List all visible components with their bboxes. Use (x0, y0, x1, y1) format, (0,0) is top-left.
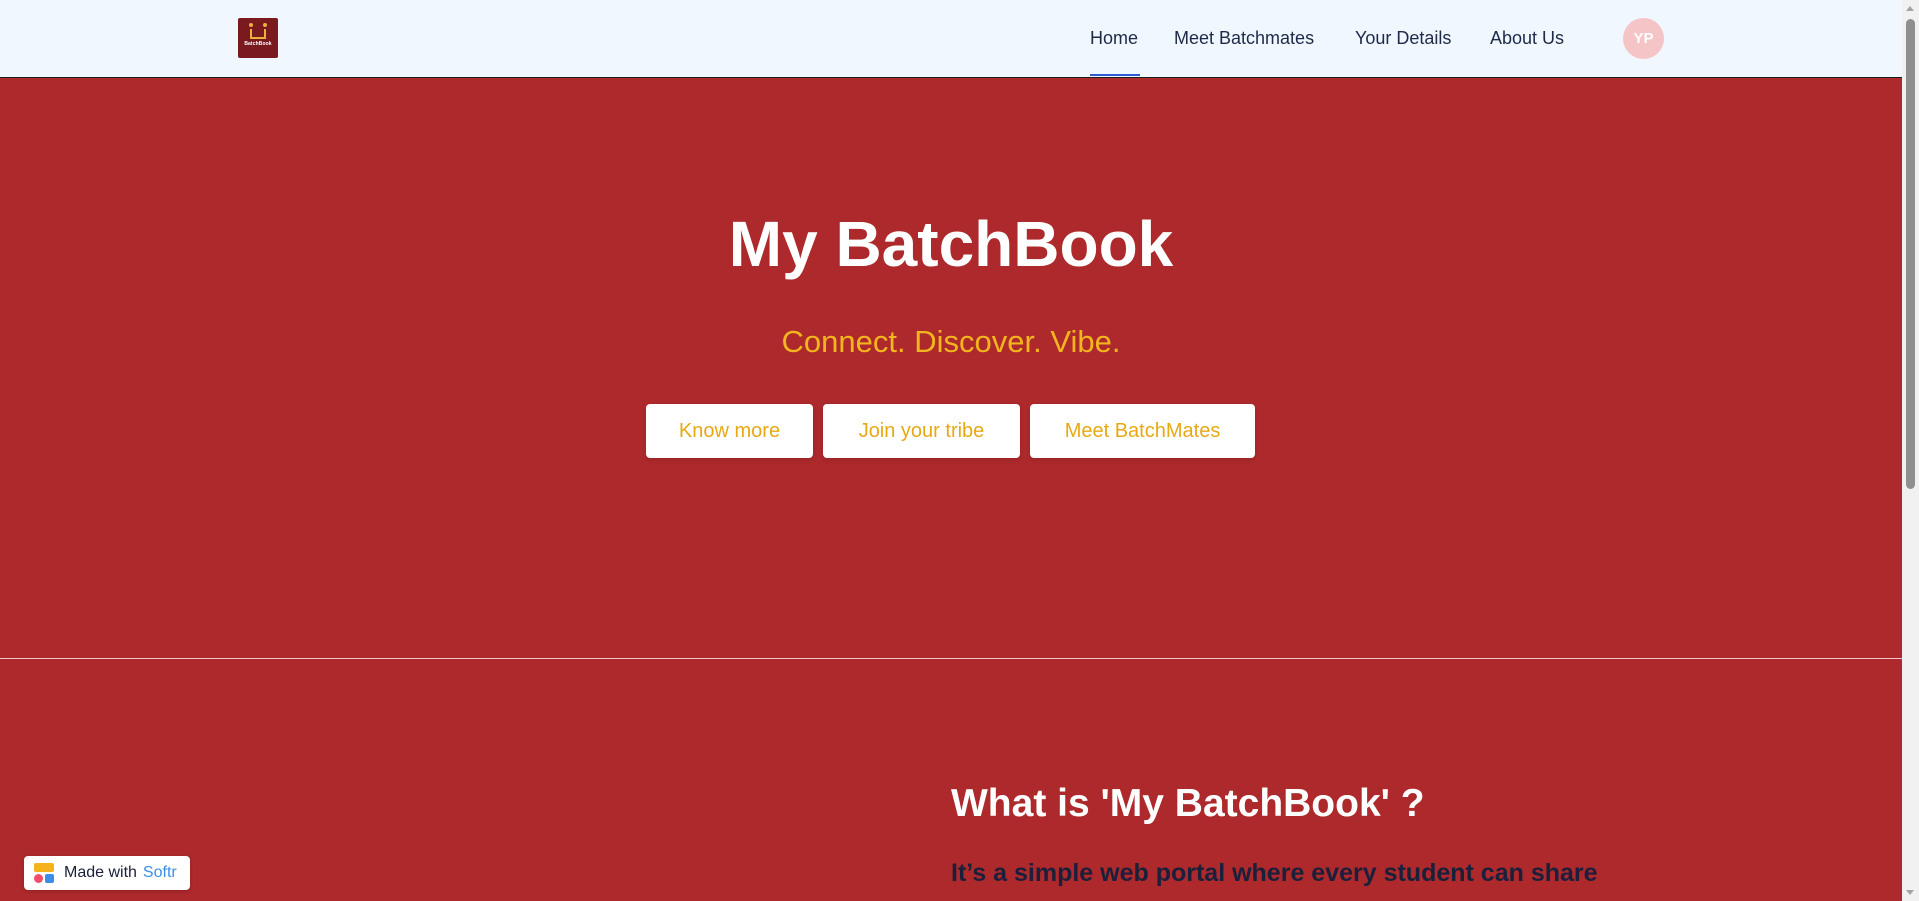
join-your-tribe-button[interactable]: Join your tribe (823, 404, 1020, 458)
badge-prefix: Made with (64, 864, 137, 881)
logo-text: BatchBook (244, 41, 272, 47)
batchbook-logo[interactable]: BatchBook (238, 18, 278, 58)
nav-item-home[interactable]: Home (1090, 0, 1140, 77)
site-header: BatchBook Home Meet Batchmates Your Deta… (0, 0, 1902, 78)
hero-title: My BatchBook (728, 208, 1174, 280)
page-scrollbar[interactable] (1902, 0, 1919, 901)
logo-mark-icon (249, 23, 267, 39)
made-with-softr-badge[interactable]: Made with Softr (24, 856, 190, 890)
hero-subtitle: Connect. Discover. Vibe. (781, 324, 1121, 359)
meet-batchmates-button[interactable]: Meet BatchMates (1030, 404, 1255, 458)
scroll-up-icon[interactable] (1906, 6, 1914, 11)
scrollbar-thumb[interactable] (1906, 19, 1915, 489)
softr-logo-left-shape (34, 874, 43, 883)
user-avatar[interactable]: YP (1623, 18, 1664, 59)
softr-logo-top-shape (34, 863, 54, 872)
about-section-text: It’s a simple web portal where every stu… (951, 859, 1598, 887)
about-section-title: What is 'My BatchBook' ? (951, 782, 1425, 825)
nav-item-your-details[interactable]: Your Details (1355, 0, 1457, 77)
softr-logo-right-shape (45, 874, 54, 883)
scroll-down-icon[interactable] (1906, 890, 1914, 895)
nav-item-about-us[interactable]: About Us (1490, 0, 1568, 77)
nav-item-meet-batchmates[interactable]: Meet Batchmates (1174, 0, 1322, 77)
softr-logo-icon (34, 863, 54, 883)
section-divider (0, 658, 1902, 659)
page: BatchBook Home Meet Batchmates Your Deta… (0, 0, 1919, 901)
know-more-button[interactable]: Know more (646, 404, 813, 458)
badge-brand: Softr (142, 864, 177, 881)
